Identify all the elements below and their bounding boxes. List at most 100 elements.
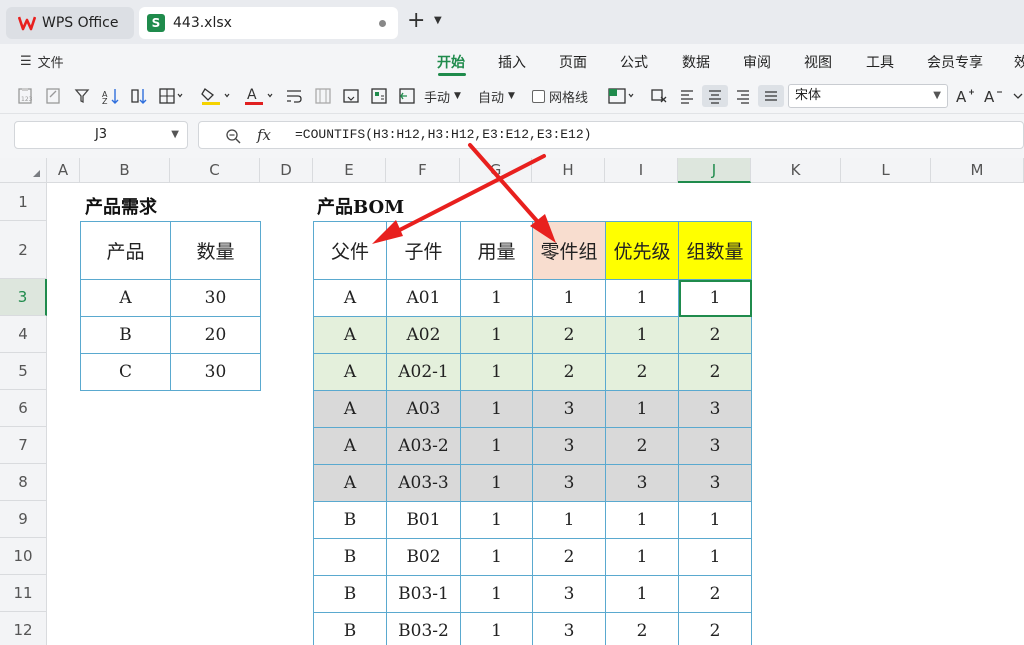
table-cell[interactable]: 1: [460, 316, 533, 354]
col-header-a[interactable]: A: [47, 158, 80, 183]
table-cell[interactable]: 3: [678, 390, 752, 428]
sort-ascending-icon[interactable]: AZ: [101, 85, 121, 107]
menu-tab-effects[interactable]: 效: [1014, 52, 1024, 72]
filter-icon[interactable]: [73, 85, 91, 107]
table-cell[interactable]: 2: [678, 316, 752, 354]
table-cell[interactable]: C: [80, 353, 171, 391]
col-header-m[interactable]: M: [931, 158, 1024, 183]
bom-header-part-group[interactable]: 零件组: [532, 221, 606, 280]
row-col-icon[interactable]: [370, 85, 388, 107]
table-cell[interactable]: 2: [605, 353, 679, 391]
table-cell[interactable]: B: [80, 316, 171, 354]
table-cell[interactable]: 20: [170, 316, 261, 354]
decrease-font-icon[interactable]: A: [983, 85, 1003, 107]
align-right-icon[interactable]: [734, 85, 752, 107]
table-cell[interactable]: B: [313, 612, 387, 645]
row-header-2[interactable]: 2: [0, 221, 47, 279]
table-cell[interactable]: 2: [532, 538, 606, 576]
auto-dropdown[interactable]: 自动 ▼: [478, 85, 515, 107]
table-cell[interactable]: 3: [532, 464, 606, 502]
table-cell[interactable]: 1: [605, 575, 679, 613]
more-chevron-down-icon[interactable]: [1012, 85, 1024, 107]
col-header-l[interactable]: L: [841, 158, 931, 183]
table-cell[interactable]: 3: [605, 464, 679, 502]
table-cell[interactable]: A02-1: [386, 353, 461, 391]
align-center-icon[interactable]: [702, 85, 728, 107]
table-cell[interactable]: A02: [386, 316, 461, 354]
table-cell[interactable]: 2: [678, 575, 752, 613]
merge-cells-icon[interactable]: [314, 85, 332, 107]
table-cell[interactable]: A03-2: [386, 427, 461, 465]
clear-format-icon[interactable]: [650, 85, 668, 107]
table-cell[interactable]: 3: [678, 427, 752, 465]
row-header-3[interactable]: 3: [0, 279, 47, 316]
table-cell[interactable]: 1: [605, 279, 679, 317]
wrap-text-icon[interactable]: [285, 85, 303, 107]
row-header-9[interactable]: 9: [0, 501, 47, 538]
bom-header-usage[interactable]: 用量: [460, 221, 533, 280]
table-cell[interactable]: 1: [460, 390, 533, 428]
col-header-d[interactable]: D: [260, 158, 313, 183]
row-header-12[interactable]: 12: [0, 612, 47, 645]
bom-header-priority[interactable]: 优先级: [605, 221, 679, 280]
table-cell[interactable]: 1: [605, 390, 679, 428]
table-cell[interactable]: A: [313, 316, 387, 354]
menu-tab-tools[interactable]: 工具: [866, 52, 894, 72]
paste-special-icon[interactable]: [44, 85, 62, 107]
table-cell[interactable]: A: [313, 353, 387, 391]
table-cell[interactable]: A: [313, 390, 387, 428]
sheet-grid[interactable]: A B C D E F G H I J K L M 1 2 3 4 5 6 7 …: [0, 158, 1024, 645]
freeze-panes-icon[interactable]: [398, 85, 416, 107]
menu-tab-insert[interactable]: 插入: [498, 52, 526, 72]
align-middle-icon[interactable]: [758, 85, 784, 107]
table-cell[interactable]: A03: [386, 390, 461, 428]
active-cell-j3[interactable]: 1: [678, 279, 752, 317]
table-cell[interactable]: B01: [386, 501, 461, 539]
table-cell[interactable]: 1: [605, 316, 679, 354]
table-cell[interactable]: 30: [170, 279, 261, 317]
bom-header-parent[interactable]: 父件: [313, 221, 387, 280]
align-left-icon[interactable]: [678, 85, 696, 107]
sort-custom-icon[interactable]: [129, 85, 149, 107]
table-cell[interactable]: 3: [532, 390, 606, 428]
col-header-c[interactable]: C: [170, 158, 260, 183]
font-name-select[interactable]: 宋体 ▼: [788, 84, 948, 108]
table-cell[interactable]: 1: [460, 427, 533, 465]
col-header-j[interactable]: J: [678, 158, 751, 183]
table-cell[interactable]: 2: [678, 612, 752, 645]
table-cell[interactable]: B: [313, 575, 387, 613]
demand-header-product[interactable]: 产品: [80, 221, 171, 280]
row-header-6[interactable]: 6: [0, 390, 47, 427]
menu-tab-formula[interactable]: 公式: [620, 52, 648, 72]
table-cell[interactable]: 2: [532, 316, 606, 354]
col-header-g[interactable]: G: [460, 158, 532, 183]
menu-tab-page[interactable]: 页面: [559, 52, 587, 72]
table-cell[interactable]: A: [313, 279, 387, 317]
table-cell[interactable]: 1: [605, 538, 679, 576]
row-header-4[interactable]: 4: [0, 316, 47, 353]
increase-font-icon[interactable]: A: [955, 85, 975, 107]
table-cell[interactable]: B02: [386, 538, 461, 576]
table-style-icon[interactable]: [607, 85, 637, 107]
table-cell[interactable]: 1: [678, 538, 752, 576]
table-cell[interactable]: A: [313, 427, 387, 465]
col-header-e[interactable]: E: [313, 158, 386, 183]
tab-wps-office[interactable]: WPS Office: [6, 7, 134, 39]
table-cell[interactable]: B: [313, 538, 387, 576]
menu-tab-start[interactable]: 开始: [437, 52, 465, 72]
row-header-10[interactable]: 10: [0, 538, 47, 575]
table-cell[interactable]: 1: [460, 612, 533, 645]
table-cell[interactable]: 1: [532, 279, 606, 317]
table-cell[interactable]: 1: [678, 501, 752, 539]
table-cell[interactable]: B: [313, 501, 387, 539]
row-header-1[interactable]: 1: [0, 183, 47, 221]
paste-format-icon[interactable]: 123: [16, 85, 34, 107]
table-cell[interactable]: A: [80, 279, 171, 317]
file-menu-button[interactable]: ☰ 文件: [20, 52, 64, 71]
new-tab-chevron-down-icon[interactable]: ▼: [434, 15, 442, 26]
row-header-7[interactable]: 7: [0, 427, 47, 464]
menu-tab-review[interactable]: 审阅: [743, 52, 771, 72]
tab-file-443[interactable]: S 443.xlsx: [139, 7, 398, 39]
col-header-k[interactable]: K: [751, 158, 841, 183]
table-cell[interactable]: A03-3: [386, 464, 461, 502]
